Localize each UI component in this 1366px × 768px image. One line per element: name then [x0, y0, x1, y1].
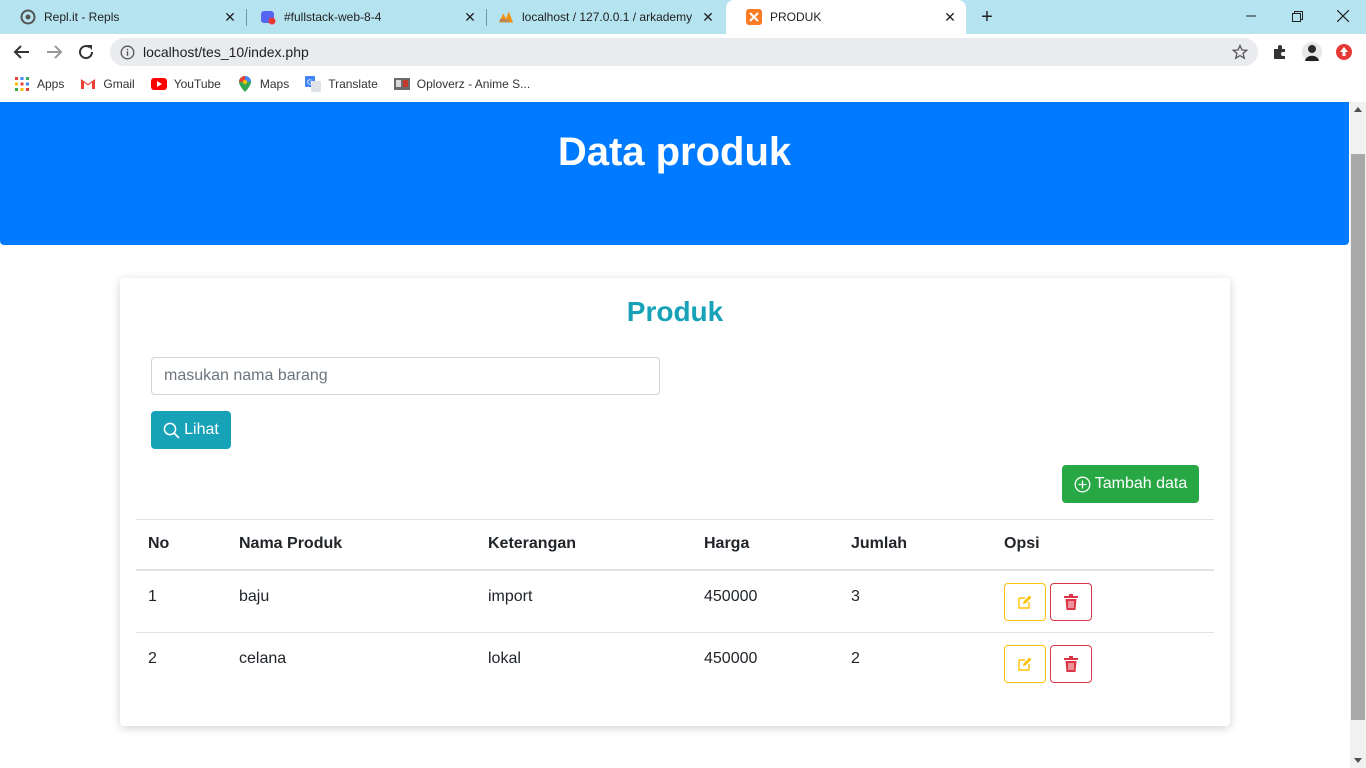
bookmark-youtube[interactable]: YouTube	[150, 76, 221, 92]
forward-arrow-icon[interactable]	[41, 39, 67, 65]
translate-icon: G	[305, 76, 322, 92]
add-data-label: Tambah data	[1094, 475, 1188, 492]
product-table: No Nama Produk Keterangan Harga Jumlah O…	[136, 519, 1214, 696]
close-tab-icon[interactable]: ✕	[222, 9, 238, 25]
cell-nama: baju	[239, 587, 270, 605]
scrollbar-thumb[interactable]	[1351, 154, 1365, 720]
update-arrow-icon[interactable]	[1333, 41, 1355, 63]
minimize-icon[interactable]	[1228, 0, 1274, 32]
edit-button[interactable]	[1004, 645, 1046, 683]
discord-icon	[260, 9, 276, 25]
bookmark-label: YouTube	[173, 77, 221, 91]
cell-no: 2	[148, 650, 157, 667]
column-header-harga: Harga	[704, 535, 750, 553]
gmail-icon	[80, 76, 96, 92]
cell-nama: celana	[239, 650, 287, 667]
scroll-down-arrow-icon[interactable]	[1354, 758, 1362, 763]
bookmark-label: Translate	[328, 77, 378, 91]
cell-opsi	[992, 633, 1214, 696]
table-row: 2 celana lokal 450000 2	[136, 633, 1214, 696]
reload-icon[interactable]	[73, 39, 99, 65]
svg-text:G: G	[307, 79, 312, 87]
restore-icon[interactable]	[1274, 0, 1320, 32]
column-header-jumlah: Jumlah	[851, 535, 908, 553]
close-tab-icon[interactable]: ✕	[700, 9, 716, 25]
bookmark-label: Maps	[259, 77, 290, 91]
add-data-button[interactable]: Tambah data	[1062, 465, 1199, 503]
cell-keterangan: lokal	[488, 650, 521, 667]
tab-title: #fullstack-web-8-4	[284, 10, 382, 24]
page-title: Data produk	[557, 130, 792, 174]
cell-jumlah: 2	[851, 650, 860, 667]
browser-tab-produk[interactable]: PRODUK ✕	[726, 0, 966, 34]
xampp-icon	[746, 9, 762, 25]
bookmark-label: Gmail	[103, 77, 135, 91]
maps-pin-icon	[237, 76, 253, 92]
trash-icon	[1064, 593, 1078, 610]
view-button[interactable]: Lihat	[151, 411, 231, 449]
trash-icon	[1064, 656, 1078, 672]
bookmarks-bar: Apps Gmail YouTube Maps G Translate Oplo…	[0, 70, 1366, 98]
browser-tab-replit[interactable]: Repl.it - Repls ✕	[0, 0, 246, 34]
cell-opsi	[992, 570, 1214, 633]
bookmark-translate[interactable]: G Translate	[305, 76, 378, 92]
url-text: localhost/tes_10/index.php	[143, 44, 309, 60]
oploverz-icon	[393, 76, 410, 92]
cell-no: 1	[148, 587, 157, 605]
close-tab-icon[interactable]: ✕	[462, 9, 478, 25]
cell-harga: 450000	[704, 587, 758, 605]
column-header-nama-produk: Nama Produk	[239, 535, 343, 553]
scroll-up-arrow-icon[interactable]	[1354, 107, 1362, 112]
bookmark-oploverz[interactable]: Oploverz - Anime S...	[393, 76, 531, 92]
site-info-icon[interactable]	[119, 44, 135, 60]
bookmark-star-icon[interactable]	[1231, 43, 1249, 65]
bookmark-maps[interactable]: Maps	[237, 76, 289, 92]
page-scrollbar[interactable]	[1350, 102, 1366, 768]
search-input[interactable]	[151, 357, 660, 395]
browser-toolbar: localhost/tes_10/index.php	[0, 34, 1366, 70]
edit-button[interactable]	[1004, 582, 1046, 621]
page-viewport: Data produk Produk Lihat Tambah data No …	[0, 102, 1350, 768]
youtube-icon	[150, 76, 167, 92]
tab-title: Repl.it - Repls	[44, 10, 120, 24]
bookmark-gmail[interactable]: Gmail	[80, 76, 135, 92]
phpmyadmin-icon: PMA	[498, 9, 514, 25]
new-tab-plus-icon[interactable]: +	[976, 6, 998, 28]
apps-grid-icon	[14, 76, 30, 92]
bookmark-apps[interactable]: Apps	[14, 76, 64, 92]
edit-pencil-icon	[1018, 657, 1032, 671]
svg-text:PMA: PMA	[500, 18, 510, 24]
table-header-row: No Nama Produk Keterangan Harga Jumlah O…	[136, 519, 1214, 570]
profile-avatar[interactable]	[1301, 41, 1323, 63]
tab-title: PRODUK	[770, 10, 822, 24]
delete-button[interactable]	[1050, 645, 1092, 683]
replit-icon	[20, 9, 36, 25]
back-arrow-icon[interactable]	[9, 39, 35, 65]
cell-jumlah: 3	[851, 587, 860, 605]
cell-harga: 450000	[704, 650, 758, 667]
extensions-puzzle-icon[interactable]	[1269, 41, 1291, 63]
close-tab-icon[interactable]: ✕	[942, 9, 958, 25]
browser-tab-phpmyadmin[interactable]: PMA localhost / 127.0.0.1 / arkademy ✕	[478, 0, 724, 34]
search-icon	[163, 422, 180, 439]
column-header-keterangan: Keterangan	[488, 535, 577, 553]
product-card: Produk Lihat Tambah data No Nama Produk …	[120, 278, 1230, 726]
bookmark-label: Oploverz - Anime S...	[416, 77, 531, 91]
table-row: 1 baju import 450000 3	[136, 570, 1214, 633]
column-header-no: No	[148, 535, 170, 553]
edit-pencil-icon	[1018, 595, 1032, 609]
delete-button[interactable]	[1050, 582, 1092, 621]
close-window-icon[interactable]	[1320, 0, 1366, 32]
header-banner: Data produk	[0, 102, 1349, 245]
column-header-opsi: Opsi	[1004, 535, 1040, 553]
address-bar[interactable]: localhost/tes_10/index.php	[110, 38, 1258, 66]
bookmark-label: Apps	[37, 77, 65, 91]
plus-circle-icon	[1074, 476, 1091, 492]
view-button-label: Lihat	[184, 421, 219, 438]
card-title: Produk	[626, 296, 724, 327]
cell-keterangan: import	[488, 587, 533, 605]
browser-tab-bar: Repl.it - Repls ✕ #fullstack-web-8-4 ✕ P…	[0, 0, 1366, 34]
browser-tab-discord[interactable]: #fullstack-web-8-4 ✕	[240, 0, 486, 34]
tab-title: localhost / 127.0.0.1 / arkademy	[522, 10, 693, 24]
